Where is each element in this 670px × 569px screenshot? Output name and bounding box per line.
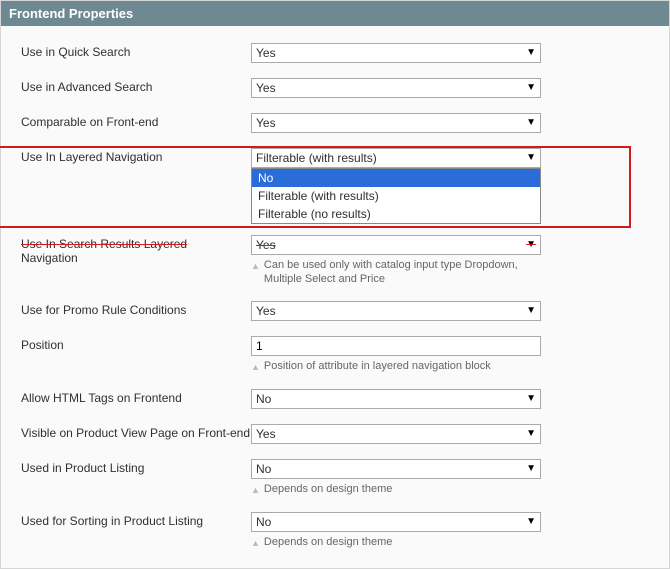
hint-search-results-layered: ▲ Can be used only with catalog input ty… bbox=[251, 258, 541, 286]
panel-title: Frontend Properties bbox=[1, 1, 669, 26]
row-search-results-layered: Use In Search Results Layered Navigation… bbox=[21, 228, 649, 294]
triangle-icon: ▲ bbox=[251, 359, 260, 374]
chevron-down-icon: ▼ bbox=[526, 79, 536, 97]
chevron-down-icon: ▼ bbox=[526, 513, 536, 531]
chevron-down-icon: ▼ bbox=[526, 44, 536, 62]
select-value: Yes bbox=[256, 302, 276, 320]
hint-position: ▲ Position of attribute in layered navig… bbox=[251, 359, 541, 374]
option-filterable-with[interactable]: Filterable (with results) bbox=[252, 187, 540, 205]
input-position[interactable] bbox=[251, 336, 541, 356]
select-advanced-search[interactable]: Yes ▼ bbox=[251, 78, 541, 98]
hint-text: Position of attribute in layered navigat… bbox=[264, 359, 491, 373]
select-search-results-layered[interactable]: Yes ▼ bbox=[251, 235, 541, 255]
label-sorting-listing: Used for Sorting in Product Listing bbox=[21, 512, 251, 528]
label-search-results-layered: Use In Search Results Layered Navigation bbox=[21, 235, 251, 265]
label-quick-search: Use in Quick Search bbox=[21, 43, 251, 59]
label-part2: Navigation bbox=[21, 251, 78, 265]
hint-sorting-listing: ▲ Depends on design theme bbox=[251, 535, 541, 550]
chevron-down-icon: ▼ bbox=[526, 236, 536, 254]
chevron-down-icon: ▼ bbox=[526, 425, 536, 443]
row-advanced-search: Use in Advanced Search Yes ▼ bbox=[21, 71, 649, 106]
hint-text: Depends on design theme bbox=[264, 535, 392, 549]
select-value: Yes bbox=[256, 44, 276, 62]
select-quick-search[interactable]: Yes ▼ bbox=[251, 43, 541, 63]
label-comparable: Comparable on Front-end bbox=[21, 113, 251, 129]
label-part1: Use In Search Results Layered bbox=[21, 237, 187, 251]
select-product-listing[interactable]: No ▼ bbox=[251, 459, 541, 479]
label-position: Position bbox=[21, 336, 251, 352]
dropdown-layered-nav: No Filterable (with results) Filterable … bbox=[251, 168, 541, 224]
option-filterable-no[interactable]: Filterable (no results) bbox=[252, 205, 540, 223]
row-visible-pdp: Visible on Product View Page on Front-en… bbox=[21, 417, 649, 452]
chevron-down-icon: ▼ bbox=[526, 149, 536, 167]
label-promo-rule: Use for Promo Rule Conditions bbox=[21, 301, 251, 317]
select-value: Yes bbox=[256, 236, 276, 254]
select-visible-pdp[interactable]: Yes ▼ bbox=[251, 424, 541, 444]
row-quick-search: Use in Quick Search Yes ▼ bbox=[21, 36, 649, 71]
triangle-icon: ▲ bbox=[251, 535, 260, 550]
select-sorting-listing[interactable]: No ▼ bbox=[251, 512, 541, 532]
label-layered-nav: Use In Layered Navigation bbox=[21, 148, 251, 164]
label-advanced-search: Use in Advanced Search bbox=[21, 78, 251, 94]
chevron-down-icon: ▼ bbox=[526, 460, 536, 478]
row-sorting-listing: Used for Sorting in Product Listing No ▼… bbox=[21, 505, 649, 558]
label-product-listing: Used in Product Listing bbox=[21, 459, 251, 475]
option-no[interactable]: No bbox=[252, 169, 540, 187]
select-value: Yes bbox=[256, 425, 276, 443]
chevron-down-icon: ▼ bbox=[526, 302, 536, 320]
select-value: Filterable (with results) bbox=[256, 149, 377, 167]
chevron-down-icon: ▼ bbox=[526, 114, 536, 132]
frontend-properties-panel: Frontend Properties Use in Quick Search … bbox=[0, 0, 670, 569]
select-value: No bbox=[256, 460, 271, 478]
select-value: Yes bbox=[256, 114, 276, 132]
row-allow-html: Allow HTML Tags on Frontend No ▼ bbox=[21, 382, 649, 417]
hint-product-listing: ▲ Depends on design theme bbox=[251, 482, 541, 497]
select-comparable[interactable]: Yes ▼ bbox=[251, 113, 541, 133]
row-position: Position ▲ Position of attribute in laye… bbox=[21, 329, 649, 382]
triangle-icon: ▲ bbox=[251, 482, 260, 497]
triangle-icon: ▲ bbox=[251, 258, 260, 273]
select-value: Yes bbox=[256, 79, 276, 97]
row-product-listing: Used in Product Listing No ▼ ▲ Depends o… bbox=[21, 452, 649, 505]
label-allow-html: Allow HTML Tags on Frontend bbox=[21, 389, 251, 405]
row-promo-rule: Use for Promo Rule Conditions Yes ▼ bbox=[21, 294, 649, 329]
select-value: No bbox=[256, 513, 271, 531]
select-layered-nav[interactable]: Filterable (with results) ▼ bbox=[251, 148, 541, 168]
form-body: Use in Quick Search Yes ▼ Use in Advance… bbox=[1, 26, 669, 568]
row-layered-nav: Use In Layered Navigation Filterable (wi… bbox=[21, 141, 649, 228]
label-visible-pdp: Visible on Product View Page on Front-en… bbox=[21, 424, 251, 440]
hint-text: Can be used only with catalog input type… bbox=[264, 258, 541, 286]
chevron-down-icon: ▼ bbox=[526, 390, 536, 408]
row-comparable: Comparable on Front-end Yes ▼ bbox=[21, 106, 649, 141]
select-promo-rule[interactable]: Yes ▼ bbox=[251, 301, 541, 321]
select-value: No bbox=[256, 390, 271, 408]
hint-text: Depends on design theme bbox=[264, 482, 392, 496]
select-allow-html[interactable]: No ▼ bbox=[251, 389, 541, 409]
